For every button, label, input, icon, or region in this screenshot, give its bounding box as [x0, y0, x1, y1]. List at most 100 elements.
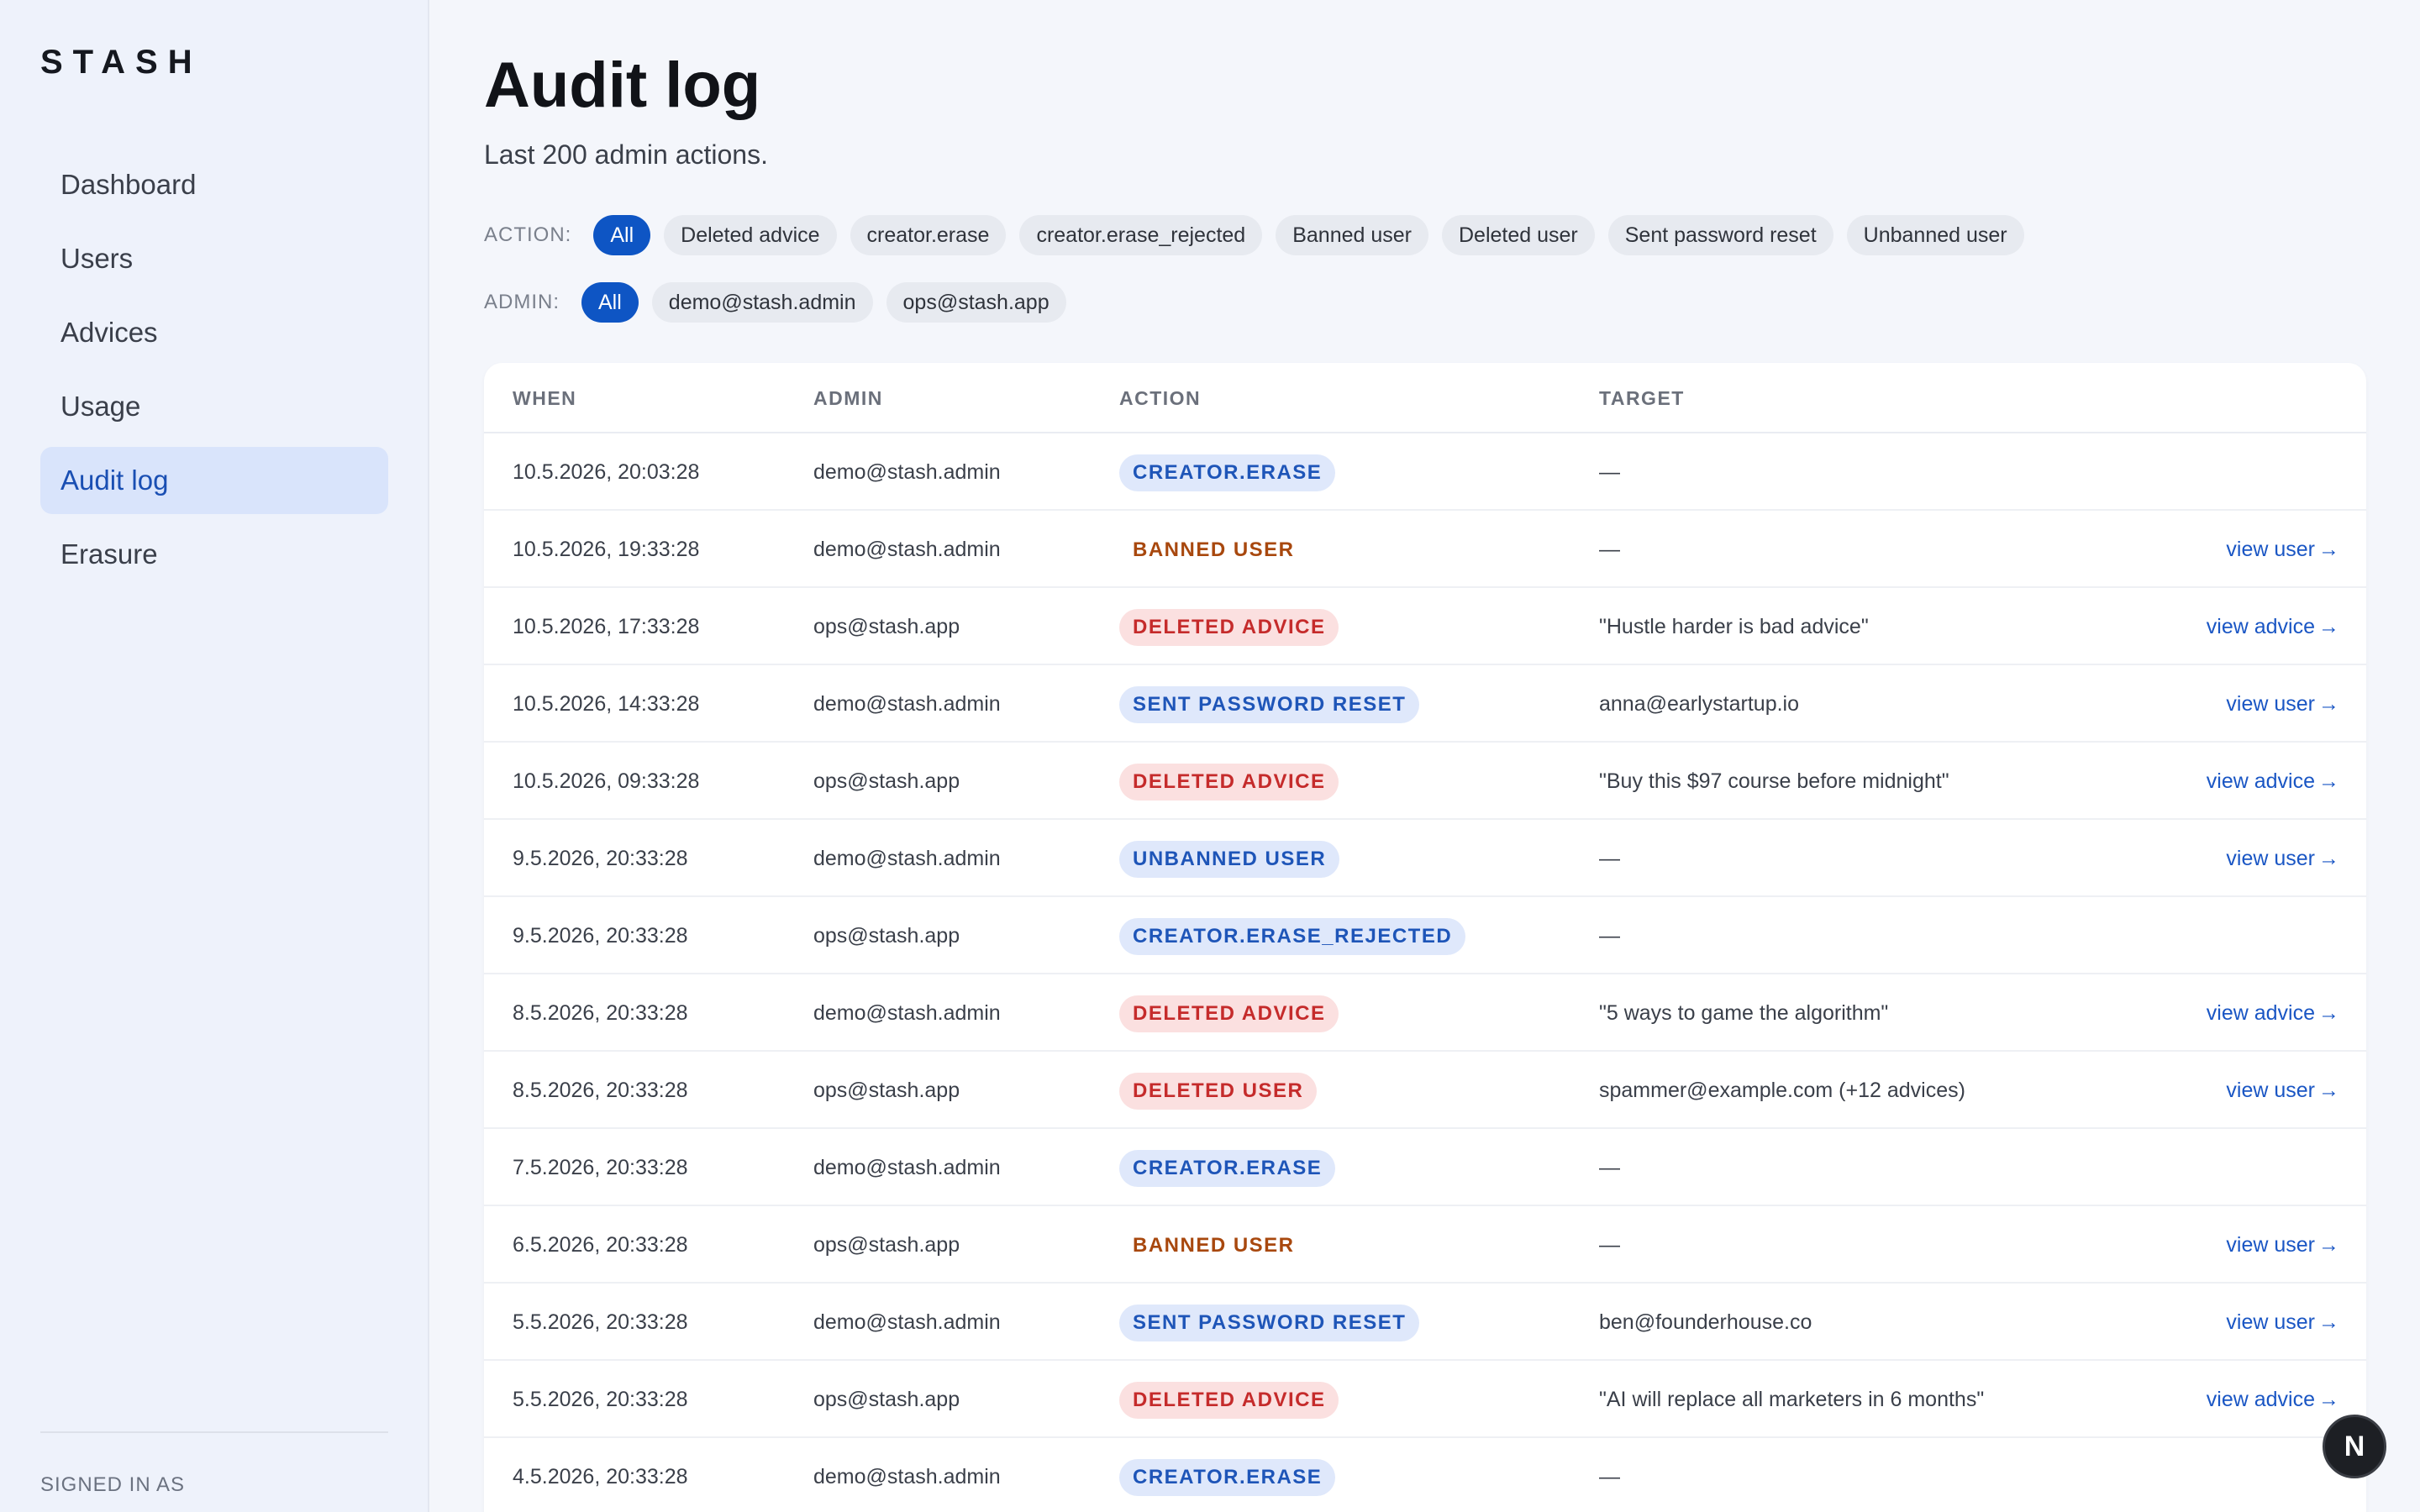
link-label: view advice	[2206, 615, 2315, 638]
row-when: 8.5.2026, 20:33:28	[513, 1001, 688, 1025]
action-chip-sent-password-reset[interactable]: Sent password reset	[1607, 215, 1833, 255]
view-advice-link[interactable]: view advice →	[2207, 615, 2339, 638]
action-chip-unbanned-user[interactable]: Unbanned user	[1846, 215, 2024, 255]
action-badge: SENT PASSWORD RESET	[1119, 1305, 1420, 1342]
row-admin: demo@stash.admin	[813, 1156, 1001, 1179]
arrow-right-icon: →	[2318, 1001, 2339, 1025]
action-badge: CREATOR.ERASE	[1119, 1459, 1336, 1497]
action-badge: CREATOR.ERASE	[1119, 454, 1336, 492]
action-badge: BANNED USER	[1133, 1234, 1295, 1257]
admin-chip-demo[interactable]: demo@stash.admin	[651, 282, 873, 323]
sidebar-item-audit-log[interactable]: Audit log	[40, 447, 388, 514]
row-target: "Hustle harder is bad advice"	[1599, 615, 1869, 638]
row-action: CREATOR.ERASE_REJECTED	[1119, 897, 1466, 974]
view-advice-link[interactable]: view advice →	[2207, 1001, 2339, 1025]
row-target: "AI will replace all marketers in 6 mont…	[1599, 1388, 1985, 1411]
row-target: —	[1599, 1156, 1620, 1179]
row-target: —	[1599, 924, 1620, 948]
arrow-right-icon: →	[2318, 1233, 2339, 1257]
row-admin: demo@stash.admin	[813, 1465, 1001, 1488]
row-link-cell: view user →	[2226, 1206, 2339, 1284]
table-row: 10.5.2026, 09:33:28 ops@stash.app DELETED …	[484, 743, 2366, 820]
row-admin: ops@stash.app	[813, 1079, 960, 1102]
row-target: spammer@example.com (+12 advices)	[1599, 1079, 1965, 1102]
row-link-cell: view user →	[2226, 1284, 2339, 1361]
row-when: 4.5.2026, 20:33:28	[513, 1465, 688, 1488]
action-chip-banned-user[interactable]: Banned user	[1276, 215, 1428, 255]
action-chip-all[interactable]: All	[593, 215, 651, 255]
row-link-cell: view user →	[2226, 820, 2339, 897]
table-row: 7.5.2026, 20:33:28 demo@stash.admin CREATO…	[484, 1129, 2366, 1206]
action-badge: DELETED ADVICE	[1119, 1382, 1339, 1420]
table-row: 10.5.2026, 17:33:28 ops@stash.app DELETED …	[484, 588, 2366, 665]
action-badge: DELETED USER	[1119, 1073, 1318, 1110]
arrow-right-icon: →	[2318, 847, 2339, 870]
link-label: view user	[2226, 538, 2315, 561]
row-target: —	[1599, 1465, 1620, 1488]
table-row: 6.5.2026, 20:33:28 ops@stash.app BANNED US…	[484, 1206, 2366, 1284]
row-target: —	[1599, 538, 1620, 561]
link-label: view user	[2226, 692, 2315, 716]
action-badge: SENT PASSWORD RESET	[1119, 686, 1420, 724]
row-action: DELETED ADVICE	[1119, 974, 1339, 1052]
view-advice-link[interactable]: view advice →	[2207, 1388, 2339, 1411]
row-when: 7.5.2026, 20:33:28	[513, 1156, 688, 1179]
sidebar-item-advices[interactable]: Advices	[40, 299, 388, 366]
action-chip-creator-erase-rejected[interactable]: creator.erase_rejected	[1019, 215, 1263, 255]
admin-chip-all[interactable]: All	[581, 282, 639, 323]
arrow-right-icon: →	[2318, 1310, 2339, 1334]
link-label: view user	[2226, 847, 2315, 870]
sidebar-item-users[interactable]: Users	[40, 225, 388, 292]
row-link-cell: view advice →	[2207, 1361, 2339, 1438]
link-label: view user	[2226, 1079, 2315, 1102]
view-user-link[interactable]: view user →	[2226, 538, 2339, 561]
row-target: anna@earlystartup.io	[1599, 692, 1800, 716]
sidebar-item-erasure[interactable]: Erasure	[40, 521, 388, 588]
row-action: DELETED ADVICE	[1119, 588, 1339, 665]
action-chip-deleted-advice[interactable]: Deleted advice	[664, 215, 837, 255]
arrow-right-icon: →	[2318, 769, 2339, 793]
admin-chip-ops[interactable]: ops@stash.app	[886, 282, 1066, 323]
sidebar-nav: Dashboard Users Advices Usage Audit log …	[40, 151, 388, 595]
view-user-link[interactable]: view user →	[2226, 1079, 2339, 1102]
row-when: 5.5.2026, 20:33:28	[513, 1388, 688, 1411]
row-action: CREATOR.ERASE	[1119, 433, 1336, 511]
link-label: view user	[2226, 1233, 2315, 1257]
view-user-link[interactable]: view user →	[2226, 1310, 2339, 1334]
view-user-link[interactable]: view user →	[2226, 1233, 2339, 1257]
app-logo[interactable]: STASH	[40, 44, 203, 81]
column-header-admin: ADMIN	[813, 387, 883, 409]
row-action: UNBANNED USER	[1119, 820, 1340, 897]
row-target: —	[1599, 847, 1620, 870]
row-action: CREATOR.ERASE	[1119, 1129, 1336, 1206]
action-badge: CREATOR.ERASE_REJECTED	[1119, 918, 1466, 956]
row-when: 9.5.2026, 20:33:28	[513, 847, 688, 870]
table-row: 10.5.2026, 14:33:28 demo@stash.admin SENT …	[484, 665, 2366, 743]
table-row: 10.5.2026, 19:33:28 demo@stash.admin BANNE…	[484, 511, 2366, 588]
table-row: 9.5.2026, 20:33:28 ops@stash.app CREATOR.E…	[484, 897, 2366, 974]
view-advice-link[interactable]: view advice →	[2207, 769, 2339, 793]
sidebar-item-usage[interactable]: Usage	[40, 373, 388, 440]
row-admin: demo@stash.admin	[813, 1310, 1001, 1334]
floating-n-button[interactable]: N	[2323, 1415, 2386, 1478]
arrow-right-icon: →	[2318, 538, 2339, 561]
row-link-cell: view user →	[2226, 1052, 2339, 1129]
row-admin: demo@stash.admin	[813, 847, 1001, 870]
row-when: 5.5.2026, 20:33:28	[513, 1310, 688, 1334]
column-header-target: TARGET	[1599, 387, 1685, 409]
arrow-right-icon: →	[2318, 692, 2339, 716]
sidebar-item-dashboard[interactable]: Dashboard	[40, 151, 388, 218]
row-action: CREATOR.ERASE	[1119, 1438, 1336, 1512]
action-chip-creator-erase[interactable]: creator.erase	[850, 215, 1007, 255]
link-label: view advice	[2206, 769, 2315, 793]
admin-filter-label: ADMIN:	[484, 291, 560, 313]
table-body: 10.5.2026, 20:03:28 demo@stash.admin CREAT…	[484, 433, 2366, 1512]
view-user-link[interactable]: view user →	[2226, 692, 2339, 716]
view-user-link[interactable]: view user →	[2226, 847, 2339, 870]
row-admin: demo@stash.admin	[813, 1001, 1001, 1025]
sidebar: STASH Dashboard Users Advices Usage Audi…	[0, 0, 429, 1512]
action-chip-deleted-user[interactable]: Deleted user	[1442, 215, 1595, 255]
link-label: view advice	[2206, 1388, 2315, 1411]
row-when: 10.5.2026, 14:33:28	[513, 692, 700, 716]
row-target: —	[1599, 460, 1620, 484]
